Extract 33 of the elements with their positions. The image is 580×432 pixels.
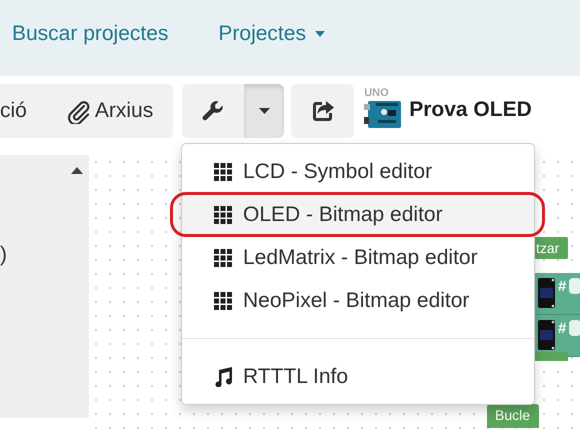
caret-icon <box>258 108 270 114</box>
toolbar-button[interactable]: ció <box>0 84 45 138</box>
block-footer <box>535 352 568 361</box>
music-note-icon <box>214 366 232 386</box>
menu-item[interactable]: LedMatrix - Bitmap editor <box>182 236 534 279</box>
nav-link[interactable]: Buscar projectes <box>12 20 168 48</box>
wrench-icon <box>201 99 226 123</box>
circuit-board-icon <box>364 100 402 128</box>
caret-icon <box>314 31 325 37</box>
toolbar-button[interactable]: Arxius <box>44 84 174 138</box>
oled-display-icon <box>538 278 555 308</box>
grid-icon <box>214 292 232 310</box>
block-input[interactable] <box>569 320 580 336</box>
scroll-up-icon <box>71 167 83 174</box>
block-label: # <box>558 320 566 337</box>
sidebar-text: ) <box>0 243 7 267</box>
share-icon <box>310 99 335 123</box>
oled-display-icon <box>538 320 555 350</box>
menu-item[interactable]: LCD - Symbol editor <box>182 150 534 193</box>
nav-dropdown[interactable]: Projectes <box>218 20 325 48</box>
block-input[interactable] <box>569 278 580 294</box>
project-title: Prova OLED <box>409 97 532 122</box>
block-label: # <box>558 278 566 295</box>
wrench-button[interactable] <box>182 84 244 138</box>
menu-item[interactable]: OLED - Bitmap editor <box>182 193 534 236</box>
grid-icon <box>214 206 232 224</box>
board-label: UNO <box>364 86 390 100</box>
menu-item[interactable]: NeoPixel - Bitmap editor <box>182 279 534 322</box>
grid-icon <box>214 248 232 266</box>
share-button[interactable] <box>291 84 354 138</box>
dropdown-toggle[interactable] <box>244 84 284 138</box>
menu-item[interactable]: RTTTL Info <box>182 355 534 398</box>
grid-icon <box>214 162 232 180</box>
